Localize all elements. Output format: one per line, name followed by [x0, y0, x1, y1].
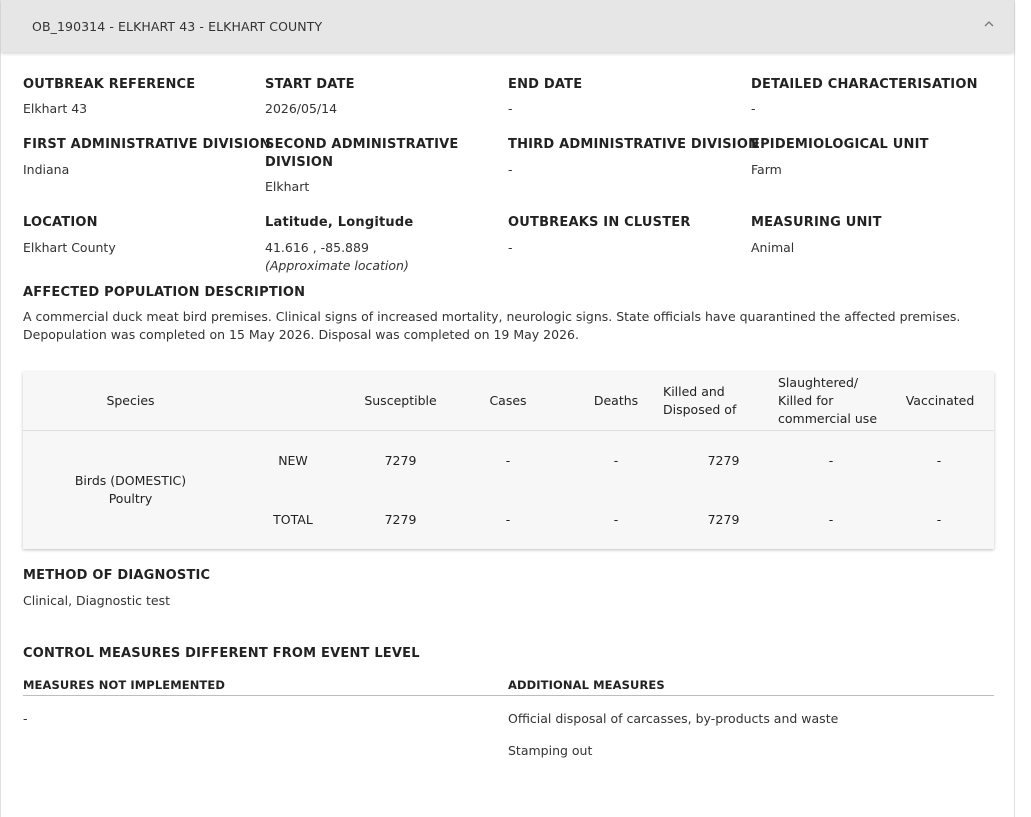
additional-measures-label: ADDITIONAL MEASURES — [508, 678, 665, 692]
lat-long-value: 41.616 , -85.889 — [265, 240, 369, 255]
method-of-diagnostic-value: Clinical, Diagnostic test — [23, 593, 171, 608]
header-slaughtered-line1: Slaughtered/ — [778, 375, 859, 390]
end-date-value: - — [508, 101, 513, 116]
third-admin-label: THIRD ADMINISTRATIVE DIVISION — [508, 137, 760, 152]
header-killed: Killed and Disposed of — [663, 383, 755, 419]
detailed-characterisation-label: DETAILED CHARACTERISATION — [751, 77, 978, 92]
panel-header[interactable]: OB_190314 - ELKHART 43 - ELKHART COUNTY — [1, 0, 1014, 52]
first-admin-label: FIRST ADMINISTRATIVE DIVISION — [23, 137, 271, 152]
affected-population-label: AFFECTED POPULATION DESCRIPTION — [23, 285, 306, 300]
species-cell: Birds (DOMESTIC) Poultry — [63, 472, 198, 508]
second-admin-value: Elkhart — [265, 179, 310, 194]
affected-population-line1: A commercial duck meat bird premises. Cl… — [23, 309, 961, 324]
row-total-type: TOTAL — [273, 512, 313, 527]
epi-unit-label: EPIDEMIOLOGICAL UNIT — [751, 137, 929, 152]
row-total-slaughtered: - — [828, 512, 834, 527]
row-new-type: NEW — [278, 453, 308, 468]
header-slaughtered: Slaughtered/ Killed for commercial use — [778, 374, 890, 428]
additional-measure-item: Official disposal of carcasses, by-produ… — [508, 711, 839, 726]
outbreak-reference-value: Elkhart 43 — [23, 101, 88, 116]
header-deaths: Deaths — [593, 393, 639, 408]
outbreak-panel: OB_190314 - ELKHART 43 - ELKHART COUNTY … — [0, 0, 1015, 817]
panel-title: OB_190314 - ELKHART 43 - ELKHART COUNTY — [32, 18, 323, 34]
row-total-cases: - — [505, 512, 511, 527]
header-killed-line1: Killed and — [663, 384, 725, 399]
header-vaccinated: Vaccinated — [905, 393, 975, 408]
first-admin-value: Indiana — [23, 162, 70, 177]
row-total-killed: 7279 — [707, 512, 740, 527]
control-measures-title: CONTROL MEASURES DIFFERENT FROM EVENT LE… — [23, 646, 420, 661]
header-slaughtered-line2: Killed for — [778, 393, 834, 408]
second-admin-label-line2: DIVISION — [265, 155, 334, 170]
table-header-divider — [23, 430, 994, 431]
chevron-up-icon[interactable] — [982, 17, 996, 31]
row-total-deaths: - — [613, 512, 619, 527]
species-line1: Birds (DOMESTIC) — [74, 473, 187, 488]
species-line2: Poultry — [108, 491, 153, 506]
measures-divider — [23, 695, 994, 696]
outbreak-reference-label: OUTBREAK REFERENCE — [23, 77, 196, 92]
header-slaughtered-line3: commercial use — [778, 411, 878, 426]
header-species: Species — [106, 393, 155, 408]
row-new-deaths: - — [613, 453, 619, 468]
affected-population-description: A commercial duck meat bird premises. Cl… — [23, 308, 998, 344]
location-value: Elkhart County — [23, 240, 116, 255]
measures-not-implemented-value: - — [23, 711, 28, 726]
header-susceptible: Susceptible — [364, 393, 437, 408]
start-date-label: START DATE — [265, 77, 355, 92]
measuring-unit-value: Animal — [751, 240, 795, 255]
third-admin-value: - — [508, 162, 513, 177]
epi-unit-value: Farm — [751, 162, 782, 177]
header-killed-line2: Disposed of — [663, 402, 737, 417]
row-total-susceptible: 7279 — [384, 512, 417, 527]
method-of-diagnostic-label: METHOD OF DIAGNOSTIC — [23, 568, 211, 583]
row-new-cases: - — [505, 453, 511, 468]
detailed-characterisation-value: - — [751, 101, 756, 116]
start-date-value: 2026/05/14 — [265, 101, 338, 116]
row-new-susceptible: 7279 — [384, 453, 417, 468]
measuring-unit-label: MEASURING UNIT — [751, 215, 882, 230]
end-date-label: END DATE — [508, 77, 583, 92]
population-table: Species Susceptible Cases Deaths Killed … — [23, 372, 994, 549]
location-label: LOCATION — [23, 215, 98, 230]
affected-population-line2: Depopulation was completed on 15 May 202… — [23, 327, 579, 342]
row-new-slaughtered: - — [828, 453, 834, 468]
header-cases: Cases — [489, 393, 527, 408]
outbreaks-in-cluster-value: - — [508, 240, 513, 255]
row-new-killed: 7279 — [707, 453, 740, 468]
lat-long-label: Latitude, Longitude — [265, 215, 414, 230]
second-admin-label-line1: SECOND ADMINISTRATIVE — [265, 137, 459, 152]
measures-not-implemented-label: MEASURES NOT IMPLEMENTED — [23, 678, 225, 692]
additional-measure-item: Stamping out — [508, 743, 593, 758]
outbreaks-in-cluster-label: OUTBREAKS IN CLUSTER — [508, 215, 691, 230]
lat-long-note: (Approximate location) — [265, 258, 409, 273]
row-new-vaccinated: - — [936, 453, 942, 468]
row-total-vaccinated: - — [936, 512, 942, 527]
